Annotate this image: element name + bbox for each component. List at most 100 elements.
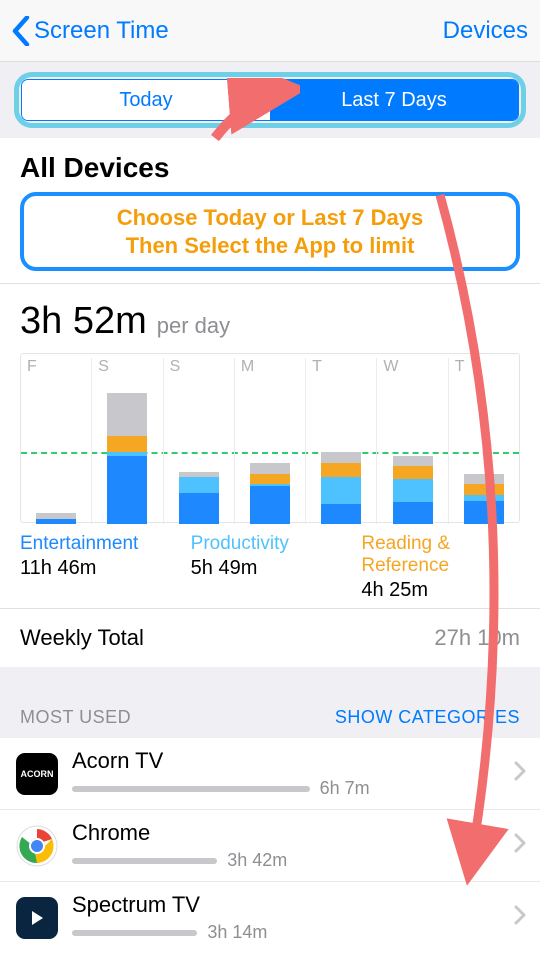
callout-line2: Then Select the App to limit: [30, 232, 510, 260]
day-column: T: [449, 358, 519, 524]
segmented-wrap: Today Last 7 Days: [0, 62, 540, 138]
usage-per-day: per day: [157, 313, 230, 339]
annotation-callout: Choose Today or Last 7 Days Then Select …: [20, 192, 520, 271]
category-value: 11h 46m: [20, 557, 179, 580]
bar-segment: [250, 486, 290, 524]
app-duration: 6h 7m: [320, 778, 370, 799]
bar-segment: [250, 463, 290, 474]
day-label: S: [170, 358, 234, 376]
category-value: 4h 25m: [361, 579, 520, 602]
bar-segment: [393, 456, 433, 467]
bar-segment: [107, 456, 147, 524]
section-title-all-devices: All Devices: [0, 138, 540, 192]
bar-segment: [321, 463, 361, 477]
usage-chart: FSSMTWT: [20, 353, 520, 523]
bar-segment: [321, 477, 361, 504]
bar-segment: [321, 504, 361, 524]
back-button[interactable]: Screen Time: [12, 16, 169, 46]
category-reading: Reading & Reference 4h 25m: [361, 533, 520, 602]
day-label: T: [312, 358, 376, 376]
stacked-bar: [393, 456, 433, 524]
bar-segment: [107, 436, 147, 452]
usage-bar: [72, 786, 310, 792]
bar-segment: [464, 474, 504, 485]
stacked-bar: [107, 393, 147, 524]
day-label: S: [98, 358, 162, 376]
category-value: 5h 49m: [191, 557, 350, 580]
tab-today[interactable]: Today: [22, 80, 270, 120]
most-used-header: MOST USED SHOW CATEGORIES: [0, 697, 540, 738]
day-label: T: [455, 358, 519, 376]
segmented-control: Today Last 7 Days: [21, 79, 519, 121]
day-column: F: [21, 358, 92, 524]
category-name: Productivity: [191, 533, 350, 555]
app-name: Chrome: [72, 820, 514, 846]
usage-header: 3h 52m per day: [0, 284, 540, 349]
callout-line1: Choose Today or Last 7 Days: [30, 204, 510, 232]
bar-segment: [393, 466, 433, 479]
show-categories-button[interactable]: SHOW CATEGORIES: [335, 707, 520, 728]
app-bar-row: 3h 14m: [72, 922, 514, 943]
spectrum-icon: [16, 897, 58, 939]
day-column: W: [377, 358, 448, 524]
bar-segment: [464, 484, 504, 495]
annotation-highlight-segmented: Today Last 7 Days: [14, 72, 526, 128]
weekly-total-row: Weekly Total 27h 10m: [0, 609, 540, 667]
bar-segment: [464, 501, 504, 524]
day-column: T: [306, 358, 377, 524]
category-productivity: Productivity 5h 49m: [191, 533, 350, 602]
chevron-right-icon: [514, 833, 526, 858]
app-body: Acorn TV 6h 7m: [72, 748, 514, 799]
stacked-bar: [36, 513, 76, 524]
day-column: S: [92, 358, 163, 524]
day-label: W: [383, 358, 447, 376]
day-column: M: [235, 358, 306, 524]
weekly-total-value: 27h 10m: [434, 625, 520, 651]
app-duration: 3h 14m: [207, 922, 267, 943]
stacked-bar: [321, 452, 361, 524]
app-bar-row: 3h 42m: [72, 850, 514, 871]
usage-bar: [72, 930, 197, 936]
app-body: Chrome 3h 42m: [72, 820, 514, 871]
day-label: F: [27, 358, 91, 376]
all-devices-card: All Devices Choose Today or Last 7 Days …: [0, 138, 540, 667]
chevron-left-icon: [12, 16, 30, 46]
app-body: Spectrum TV 3h 14m: [72, 892, 514, 943]
bar-segment: [393, 502, 433, 524]
stacked-bar: [464, 474, 504, 524]
bar-segment: [36, 519, 76, 524]
navbar: Screen Time Devices: [0, 0, 540, 62]
stacked-bar: [179, 472, 219, 524]
devices-button[interactable]: Devices: [443, 17, 528, 45]
bar-segment: [321, 452, 361, 463]
chevron-right-icon: [514, 761, 526, 786]
day-column: S: [164, 358, 235, 524]
tab-last-7-days[interactable]: Last 7 Days: [270, 80, 518, 120]
chevron-right-icon: [514, 905, 526, 930]
day-label: M: [241, 358, 305, 376]
weekly-total-label: Weekly Total: [20, 625, 144, 651]
bar-segment: [250, 474, 290, 485]
category-name: Entertainment: [20, 533, 179, 555]
app-name: Acorn TV: [72, 748, 514, 774]
category-name: Reading & Reference: [361, 533, 520, 577]
bar-segment: [107, 393, 147, 436]
section-gap: [0, 667, 540, 697]
app-name: Spectrum TV: [72, 892, 514, 918]
usage-time: 3h 52m: [20, 300, 147, 343]
bar-segment: [179, 477, 219, 493]
usage-bar: [72, 858, 217, 864]
chrome-icon: [16, 825, 58, 867]
acorn-icon: ACORN: [16, 753, 58, 795]
most-used-label: MOST USED: [20, 707, 131, 728]
app-row-chrome[interactable]: Chrome 3h 42m: [0, 810, 540, 882]
bar-segment: [393, 479, 433, 502]
app-list: ACORN Acorn TV 6h 7m Chrome 3h 42m Spectrum T…: [0, 738, 540, 953]
app-duration: 3h 42m: [227, 850, 287, 871]
app-row-spectrum[interactable]: Spectrum TV 3h 14m: [0, 882, 540, 953]
category-row: Entertainment 11h 46m Productivity 5h 49…: [0, 523, 540, 608]
bar-segment: [179, 493, 219, 524]
app-bar-row: 6h 7m: [72, 778, 514, 799]
app-row-acorn[interactable]: ACORN Acorn TV 6h 7m: [0, 738, 540, 810]
stacked-bar: [250, 463, 290, 524]
